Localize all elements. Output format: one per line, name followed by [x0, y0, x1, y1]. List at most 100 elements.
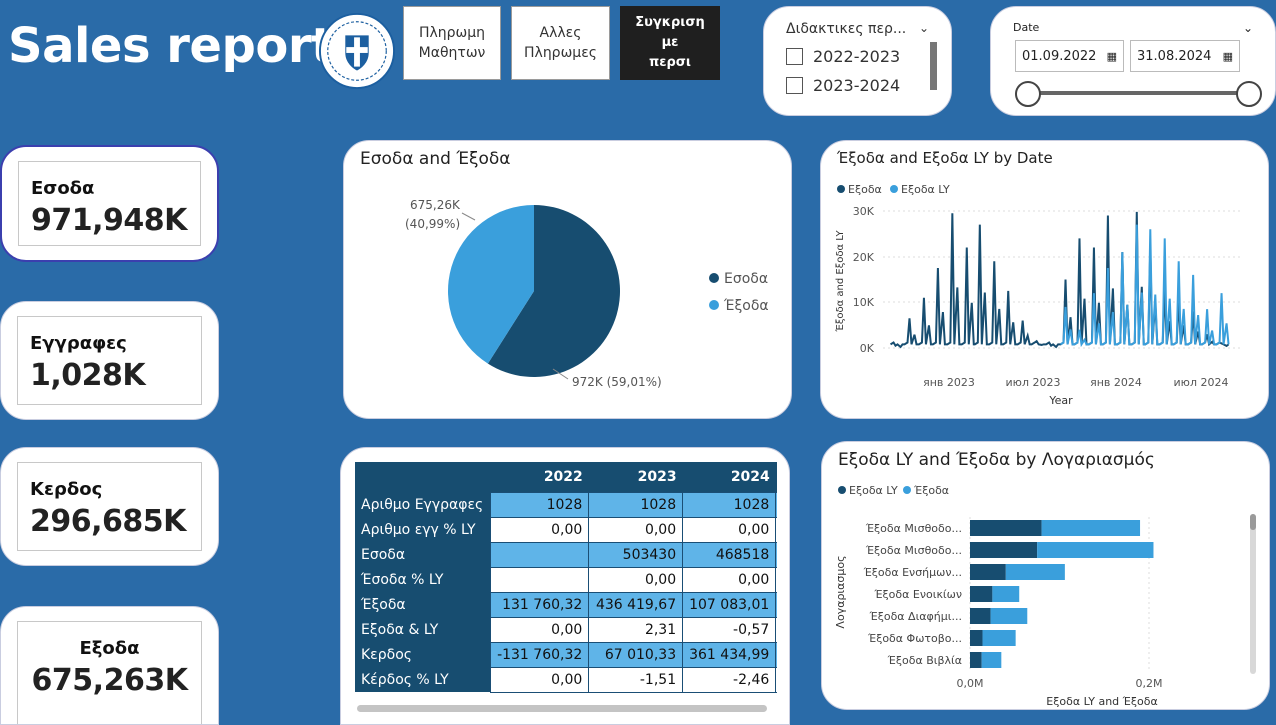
matrix-cell: 0,00 [682, 566, 777, 593]
bar-chart: Εξοδα LY Έξοδα Έξοδα Μισθοδο... Έξοδα Μισ… [834, 484, 1256, 708]
legend-dot-expenses [903, 486, 911, 494]
date-range-start-handle[interactable] [1015, 81, 1041, 107]
matrix-row-label: Αριθμο Εγγραφες [355, 492, 491, 517]
legend-label-expenses-ly: Εξοδα LY [901, 183, 950, 196]
bar-expenses-ly[interactable] [970, 630, 983, 646]
bar-expenses[interactable] [1041, 520, 1141, 536]
legend-dot-expenses [709, 300, 719, 310]
bar-expenses[interactable] [992, 586, 1020, 602]
matrix-row: Έσοδα % LY 0,00 0,00 [355, 566, 777, 593]
legend-label-expenses-ly: Εξοδα LY [849, 484, 898, 497]
kpi-value: 296,685K [30, 504, 186, 539]
slicer-scrollbar[interactable] [930, 42, 937, 90]
checkbox[interactable] [786, 48, 803, 65]
x-tick: 0,2M [1136, 677, 1163, 690]
checkbox[interactable] [786, 77, 803, 94]
bar-expenses[interactable] [1005, 564, 1065, 580]
pie-label-expenses: 675,26K [410, 198, 461, 212]
bar-expenses-ly[interactable] [970, 564, 1006, 580]
other-payments-button[interactable]: Αλλες Πληρωμες [511, 6, 610, 80]
bar-expenses[interactable] [982, 630, 1016, 646]
nav-label: Συγκριση με [635, 15, 705, 50]
calendar-icon[interactable]: ▦ [1223, 50, 1233, 63]
matrix-horizontal-scrollbar[interactable] [357, 705, 767, 712]
pie-chart-panel: Εσοδα and Έξοδα 675,26K (40,99%) 972K (5… [343, 140, 792, 419]
matrix-row: Κερδος -131 760,32 67 010,33 361 434,99 [355, 641, 777, 668]
chevron-down-icon[interactable]: ⌄ [919, 21, 929, 37]
matrix-cell [490, 566, 590, 593]
legend-label-expenses: Εξοδα [848, 183, 882, 196]
legend-label-expenses: Έξοδα [723, 298, 769, 314]
bar-expenses-ly[interactable] [970, 520, 1042, 536]
x-tick: янв 2024 [1090, 376, 1142, 389]
period-option-label: 2023-2024 [813, 76, 901, 95]
matrix-row-label: Εσοδα [355, 542, 491, 567]
legend-label-revenue: Εσοδα [724, 271, 768, 287]
bar-expenses-ly[interactable] [970, 608, 991, 624]
matrix-row-label: Κερδος [355, 642, 491, 667]
matrix-cell-overflow [775, 616, 777, 643]
bar-expenses-ly[interactable] [970, 586, 993, 602]
matrix-cell-overflow [775, 591, 777, 618]
bar-expenses[interactable] [981, 652, 1002, 668]
matrix-row: Κέρδος % LY 0,00 -1,51 -2,46 [355, 666, 777, 693]
y-axis-label: Έξοδα and Εξοδα LY [834, 229, 846, 332]
matrix-cell: 131 760,32 [490, 591, 590, 618]
x-tick: июл 2023 [1006, 376, 1061, 389]
period-option-label: 2022-2023 [813, 47, 901, 66]
legend-dot-expenses-ly [838, 486, 846, 494]
matrix-col-header[interactable]: 2024 [682, 462, 776, 492]
x-axis-label: Year [1048, 394, 1073, 407]
bar-category-label: Έξοδα Ενοικίων [873, 588, 962, 601]
matrix-cell [490, 541, 590, 568]
y-tick: 20K [853, 251, 875, 264]
nav-label: Αλλες [539, 25, 582, 41]
matrix-cell: 468518 [682, 541, 777, 568]
kpi-label: Κερδος [30, 479, 103, 500]
calendar-icon[interactable]: ▦ [1107, 50, 1117, 63]
y-tick: 30K [853, 205, 875, 218]
bar-expenses-ly[interactable] [970, 542, 1038, 558]
matrix-cell-overflow [775, 491, 777, 518]
matrix-panel: 2022 2023 2024 Αριθμο Εγγραφες 1028 1028 10… [340, 447, 790, 725]
date-range-end-handle[interactable] [1236, 81, 1262, 107]
end-date-input[interactable]: 31.08.2024 ▦ [1130, 40, 1240, 72]
matrix-col-header[interactable]: 2022 [490, 462, 589, 492]
bar-chart-panel: Εξοδα LY and Έξοδα by Λογαριασμός Εξοδα … [821, 441, 1270, 710]
legend-dot-expenses-ly [890, 185, 898, 193]
x-axis-label: Εξοδα LY and Έξοδα [1046, 695, 1157, 708]
bar-chart-scrollbar-track[interactable] [1250, 514, 1256, 674]
matrix-cell: 436 419,67 [588, 591, 684, 618]
nav-label: Πληρωμη [418, 25, 486, 41]
pie-label-revenue: 972K (59,01%) [572, 375, 662, 389]
matrix-cell: 1028 [490, 491, 590, 518]
matrix-corner [355, 462, 491, 492]
y-tick: 0K [860, 342, 875, 355]
student-payments-button[interactable]: Πληρωμη Μαθητων [403, 6, 501, 80]
matrix-row-label: Αριθμο εγγ % LY [355, 517, 491, 542]
matrix-row-label: Κέρδος % LY [355, 667, 491, 692]
period-option[interactable]: 2022-2023 [786, 47, 929, 66]
bar-category-label: Έξοδα Φωτοβο... [867, 632, 962, 645]
legend-label-expenses: Έξοδα [913, 484, 949, 497]
kpi-label: Εξοδα [79, 638, 140, 659]
chevron-down-icon[interactable]: ⌄ [1243, 21, 1253, 35]
bar-category-label: Έξοδα Διαφήμι... [869, 610, 963, 623]
matrix-cell: 1028 [588, 491, 684, 518]
period-option[interactable]: 2023-2024 [786, 76, 929, 95]
report-title: Sales report [8, 18, 334, 74]
matrix-col-header[interactable]: 2023 [588, 462, 683, 492]
bar-chart-scrollbar-thumb[interactable] [1250, 514, 1256, 530]
start-date-input[interactable]: 01.09.2022 ▦ [1015, 40, 1124, 72]
matrix-cell: 503430 [588, 541, 684, 568]
bar-expenses[interactable] [990, 608, 1028, 624]
kpi-label: Εγγραφες [30, 333, 127, 354]
matrix-cell: 0,00 [588, 566, 684, 593]
matrix-row: Εσοδα 503430 468518 [355, 541, 777, 568]
matrix-row-label: Έξοδα [355, 592, 491, 617]
bar-expenses[interactable] [1037, 542, 1154, 558]
compare-last-year-button[interactable]: Συγκριση με περσι [620, 6, 720, 80]
bar-expenses-ly[interactable] [970, 652, 982, 668]
matrix-cell: 67 010,33 [588, 641, 684, 668]
x-tick: янв 2023 [923, 376, 975, 389]
